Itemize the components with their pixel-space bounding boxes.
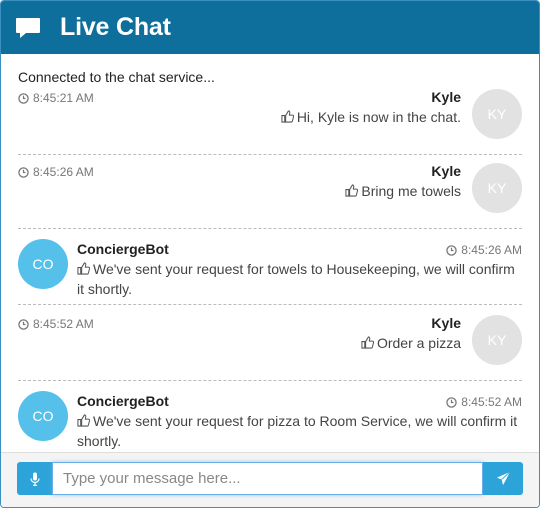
chat-bubble-icon	[16, 17, 40, 38]
thumbs-up-icon	[281, 110, 294, 123]
message-text: Order a pizza	[361, 333, 461, 353]
message-text: Hi, Kyle is now in the chat.	[281, 107, 461, 127]
microphone-icon	[29, 472, 40, 486]
connection-status: Connected to the chat service...	[18, 69, 215, 85]
message-sender: Kyle	[431, 315, 461, 331]
message-sender: ConciergeBot	[77, 393, 169, 409]
message-sender: Kyle	[431, 163, 461, 179]
avatar: KY	[472, 315, 522, 365]
thumbs-up-icon	[361, 336, 375, 349]
avatar: KY	[472, 163, 522, 213]
message-input[interactable]	[52, 462, 483, 495]
message-item: CO ConciergeBot 8:45:26 AM We've sent yo…	[18, 229, 522, 305]
message-item: 8:45:52 AM Kyle Order a pizza KY	[18, 315, 522, 381]
avatar: CO	[18, 391, 68, 441]
clock-icon	[18, 318, 29, 330]
message-text: We've sent your request for pizza to Roo…	[77, 413, 518, 449]
send-button[interactable]	[483, 462, 523, 495]
message-time: 8:45:52 AM	[18, 317, 94, 331]
message-time: 8:45:21 AM	[18, 91, 94, 105]
clock-icon	[18, 92, 29, 104]
send-icon	[496, 471, 510, 486]
message-text: We've sent your request for towels to Ho…	[77, 261, 515, 297]
clock-icon	[18, 166, 29, 178]
clock-icon	[446, 244, 458, 256]
thumbs-up-icon	[77, 262, 91, 275]
thumbs-up-icon	[345, 184, 359, 197]
message-text: Bring me towels	[345, 181, 461, 201]
clock-icon	[446, 396, 458, 408]
message-sender: ConciergeBot	[77, 241, 169, 257]
message-item: 8:45:21 AM Kyle Hi, Kyle is now in the c…	[18, 89, 522, 155]
avatar: KY	[472, 89, 522, 139]
message-sender: Kyle	[431, 89, 461, 105]
chat-footer	[1, 452, 539, 507]
chat-header: Live Chat	[1, 1, 539, 54]
microphone-button[interactable]	[17, 462, 52, 495]
message-item: CO ConciergeBot 8:45:52 AM We've sent yo…	[18, 381, 522, 454]
avatar: CO	[18, 239, 68, 289]
chat-panel: Live Chat Connected to the chat service.…	[0, 0, 540, 508]
thumbs-up-icon	[77, 414, 91, 427]
message-time: 8:45:52 AM	[446, 395, 522, 409]
message-item: 8:45:26 AM Kyle Bring me towels KY	[18, 163, 522, 229]
message-list[interactable]: Connected to the chat service... 8:45:21…	[1, 54, 539, 454]
chat-title: Live Chat	[60, 13, 171, 41]
message-time: 8:45:26 AM	[18, 165, 94, 179]
message-time: 8:45:26 AM	[446, 243, 522, 257]
